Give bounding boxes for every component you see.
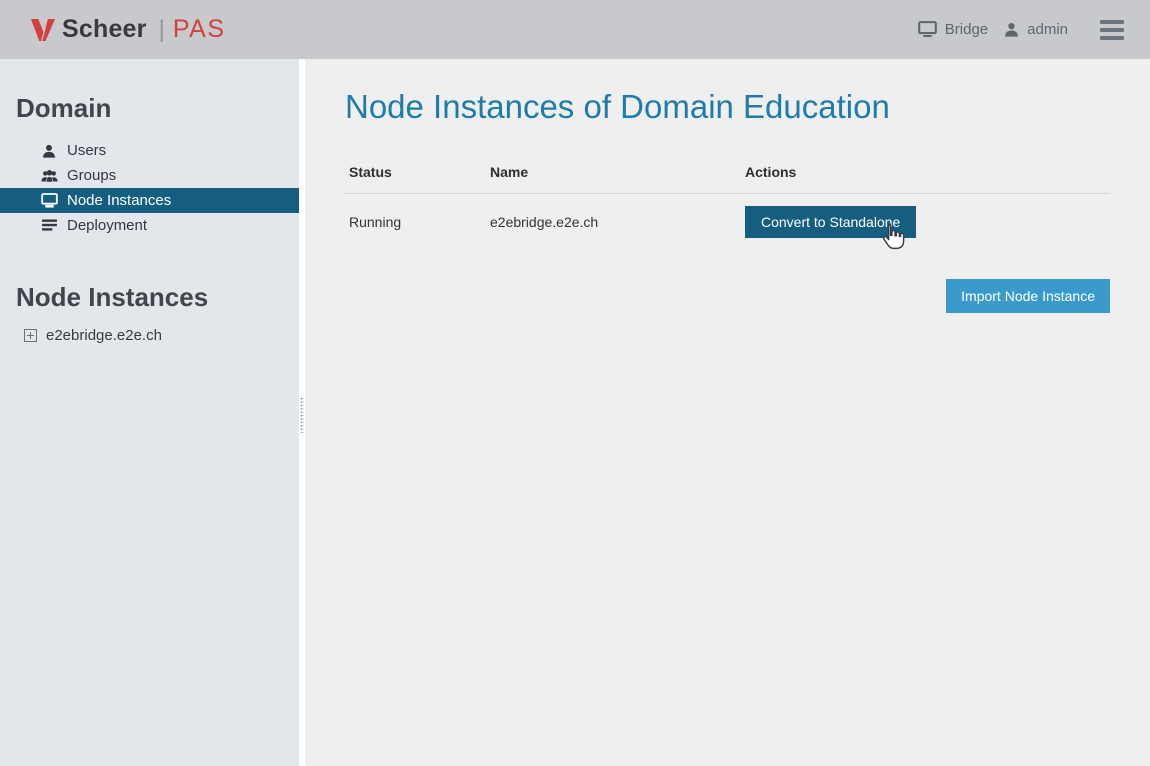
- column-header-status: Status: [349, 164, 490, 180]
- sidebar-item-label: Groups: [67, 167, 116, 184]
- import-node-instance-button[interactable]: Import Node Instance: [946, 279, 1110, 313]
- deployment-icon: [40, 219, 58, 232]
- topbar: Scheer | PAS Bridge admin: [0, 0, 1150, 59]
- sidebar-instances-heading: Node Instances: [16, 282, 299, 313]
- tree-item-e2ebridge[interactable]: e2ebridge.e2e.ch: [0, 327, 299, 344]
- user-icon: [40, 144, 58, 158]
- sidebar-item-users[interactable]: Users: [0, 138, 299, 163]
- sidebar-item-label: Deployment: [67, 217, 147, 234]
- user-icon: [1004, 22, 1019, 37]
- main-content: Node Instances of Domain Education Statu…: [305, 59, 1150, 766]
- page-title: Node Instances of Domain Education: [345, 86, 1110, 128]
- sidebar-item-deployment[interactable]: Deployment: [0, 213, 299, 238]
- logo-divider: |: [159, 16, 165, 44]
- logo-product-text: PAS: [173, 15, 226, 44]
- users-icon: [40, 169, 58, 183]
- monitor-icon: [918, 21, 937, 38]
- table-row: Running e2ebridge.e2e.ch Convert to Stan…: [345, 194, 1110, 250]
- node-instances-table: Status Name Actions Running e2ebridge.e2…: [345, 156, 1110, 250]
- hamburger-menu-icon[interactable]: [1100, 20, 1124, 40]
- scheer-logo-mark-icon: [30, 17, 56, 43]
- status-cell: Running: [349, 214, 490, 230]
- sidebar-item-label: Node Instances: [67, 192, 171, 209]
- convert-to-standalone-button[interactable]: Convert to Standalone: [745, 206, 916, 238]
- bridge-menu[interactable]: Bridge: [918, 21, 988, 38]
- table-header-row: Status Name Actions: [345, 156, 1110, 194]
- sidebar-item-groups[interactable]: Groups: [0, 163, 299, 188]
- user-menu[interactable]: admin: [1004, 21, 1068, 38]
- tree-item-label: e2ebridge.e2e.ch: [46, 327, 162, 344]
- sidebar: Domain Users: [0, 59, 299, 766]
- sidebar-item-label: Users: [67, 142, 106, 159]
- resize-handle-icon[interactable]: [300, 397, 304, 433]
- sidebar-item-node-instances[interactable]: Node Instances: [0, 188, 299, 213]
- column-header-actions: Actions: [745, 164, 1110, 180]
- scheer-pas-logo: Scheer | PAS: [30, 15, 226, 44]
- name-cell: e2ebridge.e2e.ch: [490, 214, 745, 230]
- sidebar-domain-heading: Domain: [16, 93, 299, 124]
- bridge-label: Bridge: [945, 21, 988, 38]
- column-header-name: Name: [490, 164, 745, 180]
- logo-brand-text: Scheer: [62, 15, 147, 44]
- actions-cell: Convert to Standalone: [745, 206, 1110, 238]
- username-label: admin: [1027, 21, 1068, 38]
- domain-nav: Users Groups: [0, 138, 299, 238]
- monitor-icon: [40, 193, 58, 208]
- plus-square-icon[interactable]: [24, 329, 37, 342]
